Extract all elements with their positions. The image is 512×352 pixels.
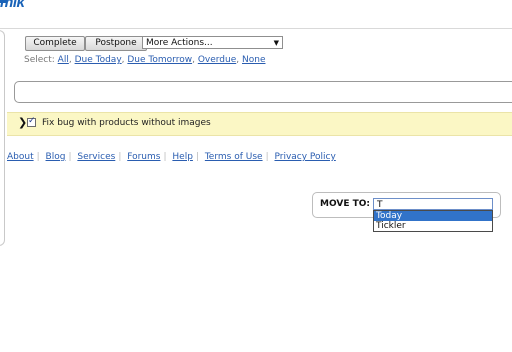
select-row: Select: All, Due Today, Due Tomorrow, Ov… <box>24 55 266 65</box>
select-none-link[interactable]: None <box>242 55 265 65</box>
suggestion-today[interactable]: Today <box>374 211 492 221</box>
more-actions-value: More Actions... <box>146 38 213 48</box>
select-due-tomorrow-link[interactable]: Due Tomorrow <box>127 55 192 65</box>
left-panel-edge <box>0 30 5 246</box>
footer-about-link[interactable]: About <box>7 152 34 162</box>
app-logo[interactable]: mlk <box>0 0 25 11</box>
footer-privacy-link[interactable]: Privacy Policy <box>274 152 335 162</box>
more-actions-select[interactable]: More Actions... ▼ <box>142 36 283 49</box>
move-to-input[interactable]: T <box>373 198 493 210</box>
footer-services-link[interactable]: Services <box>77 152 115 162</box>
task-checkbox[interactable] <box>27 116 36 127</box>
footer-help-link[interactable]: Help <box>172 152 193 162</box>
task-title[interactable]: Fix bug with products without images <box>42 118 211 128</box>
header-divider <box>0 28 512 29</box>
footer-blog-link[interactable]: Blog <box>46 152 66 162</box>
select-label: Select: <box>24 55 55 65</box>
task-input[interactable] <box>14 81 512 103</box>
chevron-down-icon: ▼ <box>273 39 279 47</box>
move-to-suggestions: Today Tickler <box>373 210 493 232</box>
expand-chevron-icon[interactable]: ❯ <box>18 117 27 129</box>
footer-links: About | Blog | Services | Forums | Help | Ter… <box>7 152 336 162</box>
select-overdue-link[interactable]: Overdue <box>198 55 236 65</box>
footer-forums-link[interactable]: Forums <box>127 152 160 162</box>
footer-terms-link[interactable]: Terms of Use <box>205 152 263 162</box>
move-to-label: MOVE TO: <box>320 199 371 209</box>
complete-button[interactable]: Complete <box>25 36 85 51</box>
suggestion-tickler[interactable]: Tickler <box>374 221 492 231</box>
select-due-today-link[interactable]: Due Today <box>75 55 122 65</box>
select-all-link[interactable]: All <box>58 55 69 65</box>
postpone-button[interactable]: Postpone <box>85 36 147 51</box>
